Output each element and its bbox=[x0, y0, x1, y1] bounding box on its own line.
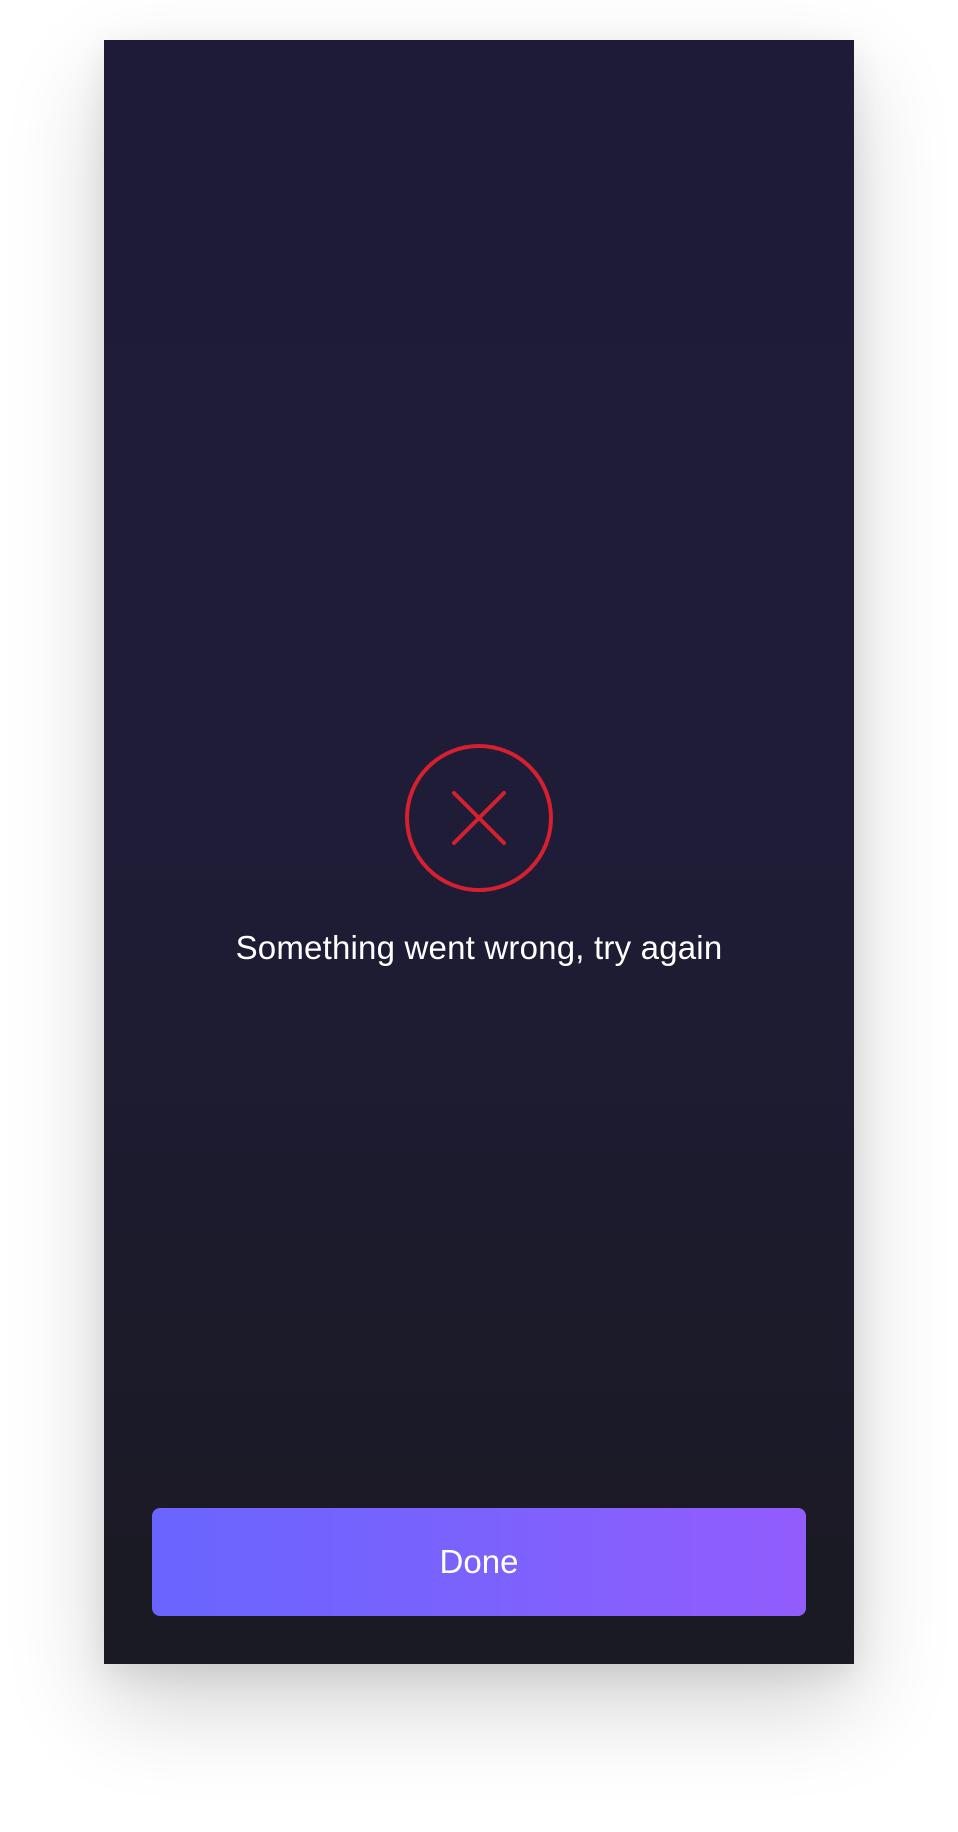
error-status: Something went wrong, try again bbox=[104, 742, 854, 968]
error-x-circle-icon bbox=[405, 744, 553, 892]
page-canvas: Something went wrong, try again Done bbox=[0, 0, 958, 1832]
done-button[interactable]: Done bbox=[152, 1508, 806, 1616]
error-message: Something went wrong, try again bbox=[235, 929, 723, 966]
error-screen: Something went wrong, try again Done bbox=[104, 40, 854, 1664]
